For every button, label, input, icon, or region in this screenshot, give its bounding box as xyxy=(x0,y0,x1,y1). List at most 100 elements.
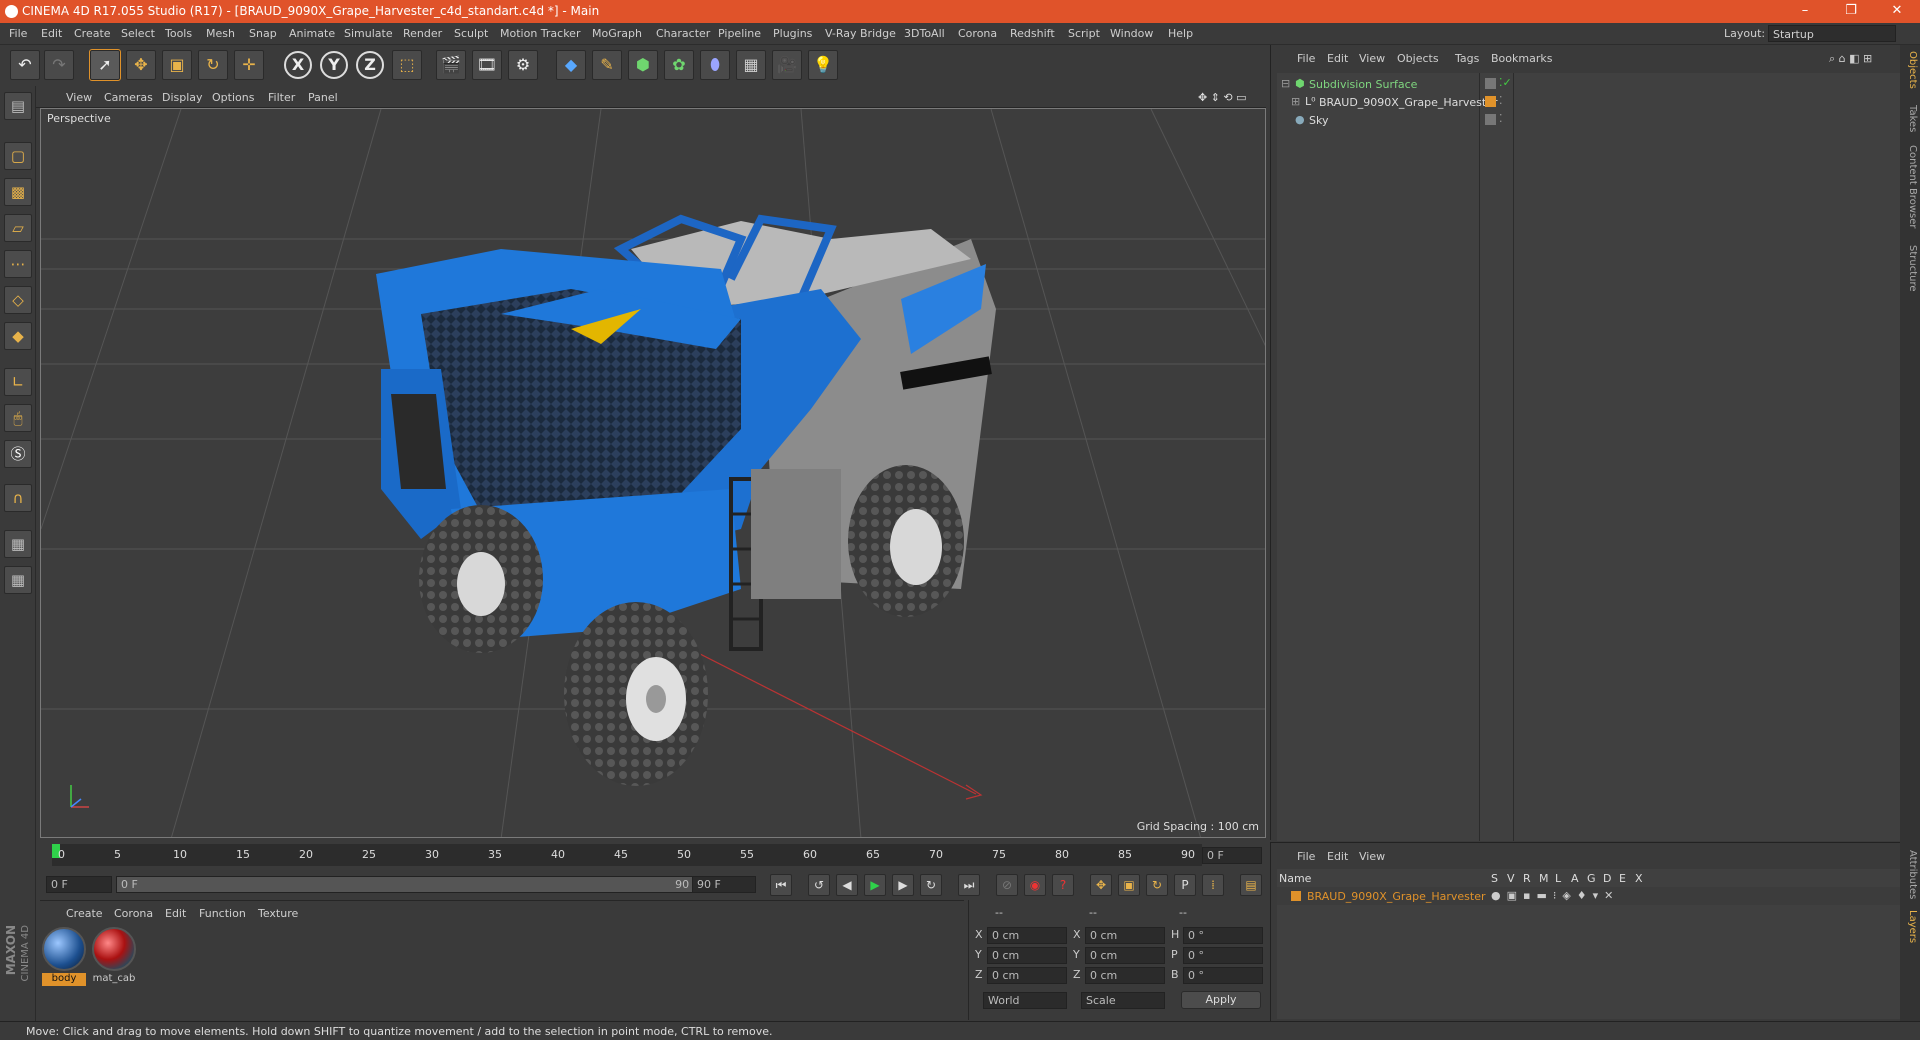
object-row-subdivision[interactable]: ⊟ ⬢ Subdivision Surface ⁚✓ xyxy=(1277,75,1901,93)
menu-create[interactable]: Create xyxy=(74,27,111,40)
viewport-menu-cameras[interactable]: Cameras xyxy=(104,91,153,104)
snapping-icon[interactable]: ∩ xyxy=(4,484,32,512)
visibility-check-icon[interactable]: ⁚✓ xyxy=(1499,76,1512,89)
rotation-b-field[interactable]: 0 ° xyxy=(1183,967,1263,984)
close-button[interactable]: ✕ xyxy=(1874,0,1920,23)
menu-vray-bridge[interactable]: V-Ray Bridge xyxy=(825,27,896,40)
apply-button[interactable]: Apply xyxy=(1181,991,1261,1009)
render-view-icon[interactable]: 🎬 xyxy=(436,50,466,80)
workplane-mode-icon[interactable]: ▱ xyxy=(4,214,32,242)
x-axis-icon[interactable]: X xyxy=(284,51,312,79)
move-icon[interactable]: ✥ xyxy=(126,50,156,80)
restore-button[interactable]: ❐ xyxy=(1828,0,1874,23)
size-y-field[interactable]: 0 cm xyxy=(1085,947,1165,964)
coordinate-system-icon[interactable]: ⬚ xyxy=(392,50,422,80)
viewport-menu-filter[interactable]: Filter xyxy=(268,91,295,104)
layer-col-r[interactable]: R xyxy=(1523,872,1531,885)
om-menu-tags[interactable]: Tags xyxy=(1455,52,1479,65)
size-x-field[interactable]: 0 cm xyxy=(1085,927,1165,944)
next-frame-icon[interactable]: ▶ xyxy=(892,874,914,896)
menu-corona[interactable]: Corona xyxy=(958,27,997,40)
menu-edit[interactable]: Edit xyxy=(41,27,62,40)
timeline-ruler[interactable]: 0 5 10 15 20 25 30 35 40 45 50 55 60 65 … xyxy=(40,840,1266,870)
menu-mesh[interactable]: Mesh xyxy=(206,27,235,40)
viewport-menu-display[interactable]: Display xyxy=(162,91,203,104)
array-icon[interactable]: ✿ xyxy=(664,50,694,80)
om-menu-view[interactable]: View xyxy=(1359,52,1385,65)
menu-select[interactable]: Select xyxy=(121,27,155,40)
menu-redshift[interactable]: Redshift xyxy=(1010,27,1055,40)
locked-workplane-icon[interactable]: ▦ xyxy=(4,530,32,558)
viewport-menu-view[interactable]: View xyxy=(66,91,92,104)
key-position-icon[interactable]: ✥ xyxy=(1090,874,1112,896)
layer-col-m[interactable]: M xyxy=(1539,872,1549,885)
rotate-icon[interactable]: ↻ xyxy=(198,50,228,80)
key-parameter-icon[interactable]: P xyxy=(1174,874,1196,896)
cube-icon[interactable]: ◆ xyxy=(556,50,586,80)
layer-col-v[interactable]: V xyxy=(1507,872,1515,885)
tab-layers[interactable]: Layers xyxy=(1902,910,1918,943)
menu-snap[interactable]: Snap xyxy=(249,27,277,40)
edit-render-settings-icon[interactable]: ⚙ xyxy=(508,50,538,80)
tab-attributes[interactable]: Attributes xyxy=(1902,850,1918,899)
points-mode-icon[interactable]: ⋯ xyxy=(4,250,32,278)
material-menu-texture[interactable]: Texture xyxy=(258,907,298,920)
tab-structure[interactable]: Structure xyxy=(1902,245,1918,292)
live-select-icon[interactable]: ➚ xyxy=(89,49,121,81)
play-icon[interactable]: ▶ xyxy=(864,874,886,896)
size-z-field[interactable]: 0 cm xyxy=(1085,967,1165,984)
scale-icon[interactable]: ▣ xyxy=(162,50,192,80)
autokey-icon[interactable]: ◉ xyxy=(1024,874,1046,896)
layer-col-e[interactable]: E xyxy=(1619,872,1626,885)
material-menu-corona[interactable]: Corona xyxy=(114,907,153,920)
om-menu-file[interactable]: File xyxy=(1297,52,1315,65)
menu-plugins[interactable]: Plugins xyxy=(773,27,812,40)
camera-icon[interactable]: 🎥 xyxy=(772,50,802,80)
light-icon[interactable]: 💡 xyxy=(808,50,838,80)
scale-dropdown[interactable]: Scale xyxy=(1081,992,1165,1009)
preview-range-slider[interactable]: 0 F 90 F xyxy=(116,876,706,893)
viewport-menu-panel[interactable]: Panel xyxy=(308,91,338,104)
transform-icon[interactable]: ✛ xyxy=(234,50,264,80)
visibility-dots-icon[interactable]: ⁚ xyxy=(1499,94,1503,107)
menu-mograph[interactable]: MoGraph xyxy=(592,27,642,40)
texture-mode-icon[interactable]: ▩ xyxy=(4,178,32,206)
material-swatch-body[interactable] xyxy=(42,927,86,971)
model-mode-icon[interactable]: ▢ xyxy=(4,142,32,170)
layer-col-l[interactable]: L xyxy=(1555,872,1561,885)
menu-animate[interactable]: Animate xyxy=(289,27,335,40)
previous-frame-icon[interactable]: ◀ xyxy=(836,874,858,896)
next-key-icon[interactable]: ↻ xyxy=(920,874,942,896)
menu-script[interactable]: Script xyxy=(1068,27,1100,40)
floor-icon[interactable]: ▦ xyxy=(736,50,766,80)
position-z-field[interactable]: 0 cm xyxy=(987,967,1067,984)
start-frame-field[interactable]: 0 F xyxy=(46,876,112,893)
y-axis-icon[interactable]: Y xyxy=(320,51,348,79)
menu-file[interactable]: File xyxy=(9,27,27,40)
layer-col-a[interactable]: A xyxy=(1571,872,1579,885)
layer-swatch[interactable] xyxy=(1485,96,1496,107)
tab-objects[interactable]: Objects xyxy=(1902,51,1918,89)
axis-mode-icon[interactable]: ∟ xyxy=(4,368,32,396)
menu-help[interactable]: Help xyxy=(1168,27,1193,40)
timeline-window-icon[interactable]: ▤ xyxy=(1240,874,1262,896)
menu-sculpt[interactable]: Sculpt xyxy=(454,27,488,40)
visibility-dots-icon[interactable]: ⁚ xyxy=(1499,112,1503,125)
tweak-mode-icon[interactable]: 🖱 xyxy=(4,404,32,432)
material-menu-edit[interactable]: Edit xyxy=(165,907,186,920)
make-editable-icon[interactable]: ▤ xyxy=(4,92,32,120)
expand-icon[interactable]: ⊞ xyxy=(1291,95,1300,108)
record-keys-icon[interactable]: ⊘ xyxy=(996,874,1018,896)
render-picture-viewer-icon[interactable]: 🎞 xyxy=(472,50,502,80)
layer-col-x[interactable]: X xyxy=(1635,872,1643,885)
tab-content-browser[interactable]: Content Browser xyxy=(1902,145,1918,228)
z-axis-icon[interactable]: Z xyxy=(356,51,384,79)
pen-icon[interactable]: ✎ xyxy=(592,50,622,80)
go-to-start-icon[interactable]: ⏮ xyxy=(770,874,792,896)
layer-flag-icons[interactable]: ●▣▪▬⁝◈♦▾✕ xyxy=(1491,889,1619,902)
menu-character[interactable]: Character xyxy=(656,27,710,40)
tab-takes[interactable]: Takes xyxy=(1902,105,1918,132)
menu-simulate[interactable]: Simulate xyxy=(344,27,393,40)
layer-col-s[interactable]: S xyxy=(1491,872,1498,885)
layer-col-d[interactable]: D xyxy=(1603,872,1611,885)
